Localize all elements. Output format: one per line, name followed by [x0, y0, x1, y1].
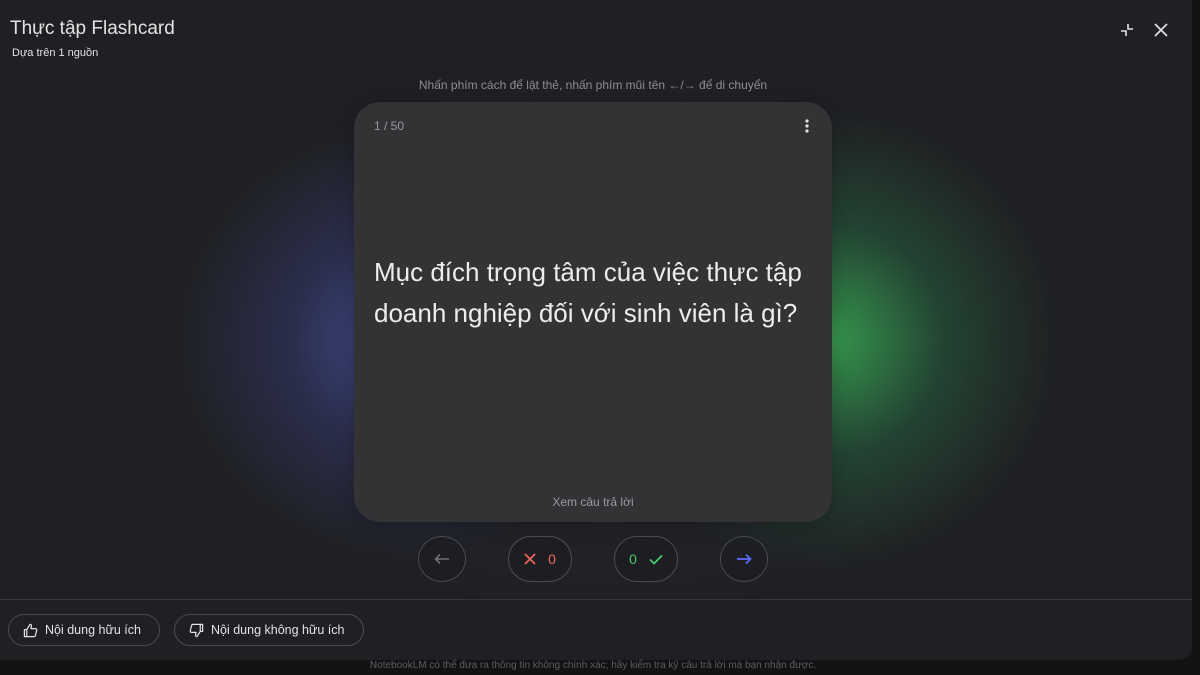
next-card-button[interactable]	[720, 536, 768, 582]
card-counter: 1 / 50	[374, 119, 405, 133]
mark-correct-button[interactable]: 0	[614, 536, 678, 582]
keyboard-hint: Nhấn phím cách để lật thẻ, nhấn phím mũi…	[418, 78, 768, 92]
more-vert-icon	[805, 119, 809, 133]
footer-divider	[0, 599, 1192, 600]
collapse-icon	[1121, 24, 1133, 36]
collapse-button[interactable]	[1115, 18, 1139, 42]
source-count: Dựa trên 1 nguồn	[12, 47, 99, 59]
arrow-right-icon	[737, 553, 752, 565]
correct-count: 0	[629, 551, 637, 567]
helpful-button[interactable]: Nội dung hữu ích	[8, 614, 160, 646]
arrow-left-icon	[434, 553, 449, 565]
reveal-answer-button[interactable]: Xem câu trả lời	[354, 495, 832, 509]
close-icon	[1154, 23, 1168, 37]
wrong-count: 0	[548, 551, 556, 567]
thumb-up-icon	[23, 623, 38, 637]
flashcard[interactable]: 1 / 50 Mục đích trọng tâm của việc thực …	[354, 102, 832, 522]
not-helpful-label: Nội dung không hữu ích	[211, 623, 345, 637]
check-icon	[649, 554, 663, 565]
previous-card-button[interactable]	[418, 536, 466, 582]
mark-wrong-button[interactable]: 0	[508, 536, 572, 582]
helpful-label: Nội dung hữu ích	[45, 623, 141, 637]
page: Thực tập Flashcard Dựa trên 1 nguồn Nhấn…	[0, 0, 1200, 675]
thumb-down-icon	[189, 623, 204, 637]
disclaimer-text: NotebookLM có thể đưa ra thông tin không…	[369, 660, 817, 671]
card-question: Mục đích trọng tâm của việc thực tập doa…	[374, 257, 802, 328]
not-helpful-button[interactable]: Nội dung không hữu ích	[174, 614, 364, 646]
dialog-title: Thực tập Flashcard	[10, 18, 175, 39]
card-menu-button[interactable]	[798, 116, 816, 136]
close-icon	[524, 553, 536, 565]
flashcard-dialog: Thực tập Flashcard Dựa trên 1 nguồn Nhấn…	[0, 0, 1192, 660]
close-button[interactable]	[1149, 18, 1173, 42]
